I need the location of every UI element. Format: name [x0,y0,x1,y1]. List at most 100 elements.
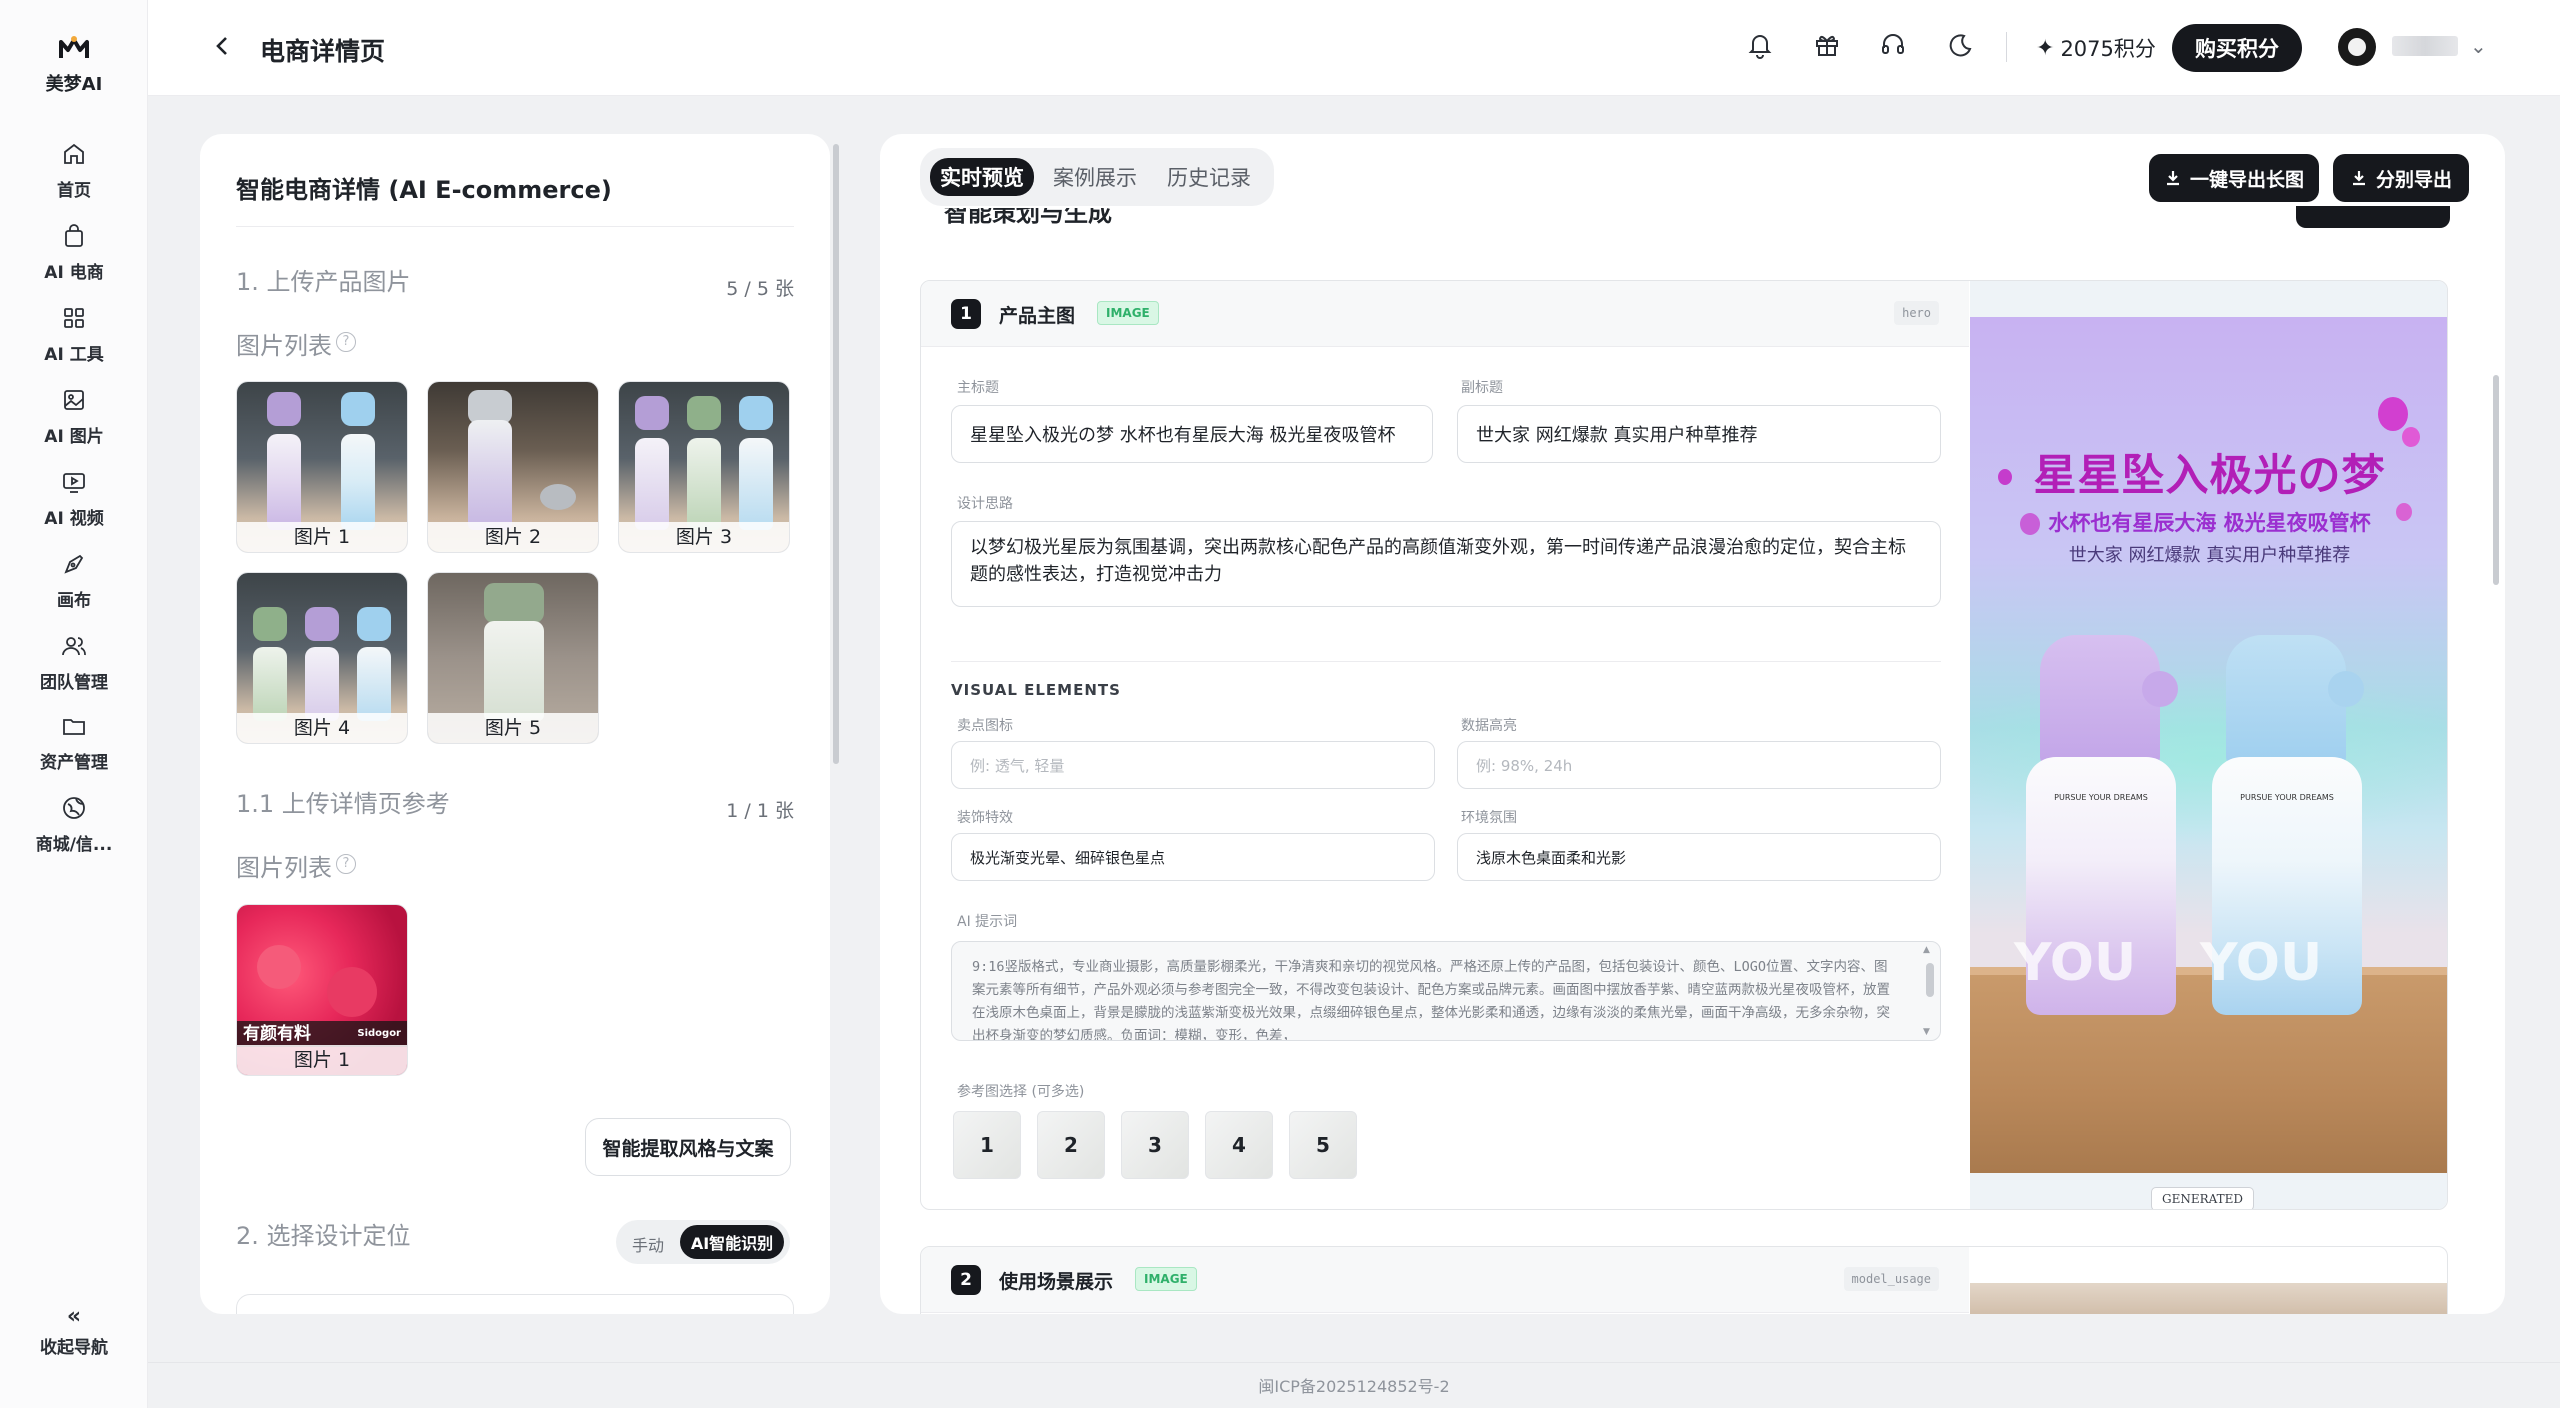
design-options-box[interactable] [236,1294,794,1314]
sparkle-icon: ✦ [2036,35,2055,61]
tab-case-showcase[interactable]: 案例展示 [1040,158,1150,196]
bottle-cap [2040,635,2160,765]
ref-brand-text: Sidogor [357,1028,401,1039]
environment-input[interactable]: 浅原木色桌面柔和光影 [1457,833,1941,881]
buy-points-button[interactable]: 购买积分 [2172,24,2302,72]
mode-manual-option[interactable]: 手动 [632,1232,664,1256]
ref-list-label: 图片列表 [236,854,332,882]
prompt-scrollbar[interactable]: ▲ ▼ [1923,945,1937,1037]
help-icon[interactable]: ? [336,332,356,352]
collapse-nav-button[interactable]: « 收起导航 [0,1304,148,1358]
scrollbar-thumb[interactable] [2493,375,2499,585]
sidebar-item-ai-tools[interactable]: AI 工具 [0,304,148,365]
reference-image-1[interactable]: 有颜有料 Sidogor 图片 1 [236,904,408,1076]
sidebar-item-home[interactable]: 首页 [0,140,148,201]
username-blurred[interactable] [2392,36,2458,56]
avatar[interactable] [2338,28,2376,66]
sidebar-item-ai-image[interactable]: AI 图片 [0,386,148,447]
decoration-input[interactable]: 极光渐变光晕、细碎银色星点 [951,833,1435,881]
right-preview-panel: 实时预览 案例展示 历史记录 一键导出长图 分别导出 智能策划与生成 1 产品主… [880,134,2505,1314]
preview-tabs: 实时预览 案例展示 历史记录 [920,148,1274,206]
tab-live-preview[interactable]: 实时预览 [930,158,1034,196]
moon-icon [1949,34,1972,57]
team-icon [62,637,86,656]
design-section-title: 2. 选择设计定位 [236,1222,411,1250]
bottle-shape [305,647,339,721]
ref-select-2[interactable]: 2 [1037,1111,1105,1179]
batch-generate-button[interactable] [2296,206,2450,228]
selling-point-input[interactable]: 例: 透气, 轻量 [951,741,1435,789]
card-key-tag: model_usage [1843,1267,1939,1291]
scrollbar-thumb[interactable] [833,144,839,764]
ref-overlay-copy: 有颜有料 [243,1024,311,1044]
notification-button[interactable] [1745,30,1779,64]
bottle-cap [687,396,721,430]
environment-label: 环境氛围 [1461,810,1517,826]
generated-badge: GENERATED [2151,1187,2255,1209]
app-logo[interactable]: 美梦AI [0,34,148,96]
bottle-shape [267,434,301,530]
mode-toggle[interactable]: 手动 AI智能识别 [616,1220,790,1264]
logo-mark-icon [57,34,91,62]
ai-prompt-textarea[interactable]: 9:16竖版格式，专业商业摄影，高质量影棚柔光，干净清爽和亲切的视觉风格。严格还… [951,941,1941,1041]
points-value: 2075积分 [2060,37,2156,61]
product-image-4[interactable]: 图片 4 [236,572,408,744]
design-idea-label: 设计思路 [957,496,1013,512]
ref-select-5[interactable]: 5 [1289,1111,1357,1179]
brush-icon [64,554,84,574]
card-key-tag: hero [1894,301,1939,325]
bottle-handle [2142,671,2178,707]
data-highlight-input[interactable]: 例: 98%, 24h [1457,741,1941,789]
double-chevron-left-icon: « [66,1304,82,1329]
back-button[interactable] [210,30,240,66]
right-panel-scrollbar[interactable] [2491,215,2501,1315]
tab-history[interactable]: 历史记录 [1154,158,1264,196]
bottle-shape [357,647,391,721]
globe-icon [63,797,85,819]
sidebar-item-canvas[interactable]: 画布 [0,550,148,611]
sidebar-item-assets[interactable]: 资产管理 [0,712,148,773]
support-button[interactable] [1878,30,1912,64]
image-label: 图片 3 [619,522,789,552]
product-image-3[interactable]: 图片 3 [618,381,790,553]
generated-poster[interactable]: 星星坠入极光の梦 水杯也有星辰大海 极光星夜吸管杯 世大家 网红爆款 真实用户种… [1970,317,2447,1173]
header-divider [2006,32,2007,62]
scrollbar-thumb[interactable] [1926,963,1934,997]
sidebar-item-team[interactable]: 团队管理 [0,632,148,693]
ref-overlay-text: 有颜有料 Sidogor [237,1021,407,1047]
help-icon[interactable]: ? [336,854,356,874]
subtitle-input[interactable]: 世大家 网红爆款 真实用户种草推荐 [1457,405,1941,463]
sidebar-item-mall[interactable]: 商城/信... [0,794,148,855]
mode-ai-option[interactable]: AI智能识别 [680,1225,784,1259]
scroll-up-icon[interactable]: ▲ [1923,945,1930,955]
card-header: 1 产品主图 IMAGE hero [921,281,1969,347]
product-image-1[interactable]: 图片 1 [236,381,408,553]
export-separately-button[interactable]: 分别导出 [2333,154,2469,202]
product-image-2[interactable]: 图片 2 [427,381,599,553]
image-list-label: 图片列表 [236,332,332,360]
ref-select-4[interactable]: 4 [1205,1111,1273,1179]
icp-footer[interactable]: 闽ICP备2025124852号-2 [148,1366,2560,1408]
theme-toggle-button[interactable] [1944,30,1978,64]
product-image-5[interactable]: 图片 5 [427,572,599,744]
sidebar-item-ai-ecommerce[interactable]: AI 电商 [0,222,148,283]
sidebar: 美梦AI 首页 AI 电商 AI 工具 AI 图片 AI 视频 画布 团队管理 … [0,0,148,1408]
points-display[interactable]: ✦ 2075积分 [2036,33,2156,63]
export-long-image-button[interactable]: 一键导出长图 [2149,154,2319,202]
left-panel-scrollbar[interactable] [831,134,841,1314]
scroll-down-icon[interactable]: ▼ [1923,1027,1930,1037]
page-title: 电商详情页 [260,37,386,66]
bottle-brand-text: YOU [2014,933,2137,993]
design-idea-textarea[interactable]: 以梦幻极光星辰为氛围基调，突出两款核心配色产品的高颜值渐变外观，第一时间传递产品… [951,521,1941,607]
main-title-input[interactable]: 星星坠入极光の梦 水杯也有星辰大海 极光星夜吸管杯 [951,405,1433,463]
generated-image-partial[interactable] [1970,1283,2447,1314]
sidebar-item-label: AI 工具 [44,345,104,365]
sidebar-item-ai-video[interactable]: AI 视频 [0,468,148,529]
gift-button[interactable] [1812,30,1846,64]
extract-style-button[interactable]: 智能提取风格与文案 [585,1118,791,1176]
bottle-cap [357,607,391,641]
ref-select-1[interactable]: 1 [953,1111,1021,1179]
ref-select-3[interactable]: 3 [1121,1111,1189,1179]
gift-icon [1816,35,1838,56]
chevron-down-icon[interactable]: ⌄ [2470,34,2487,58]
